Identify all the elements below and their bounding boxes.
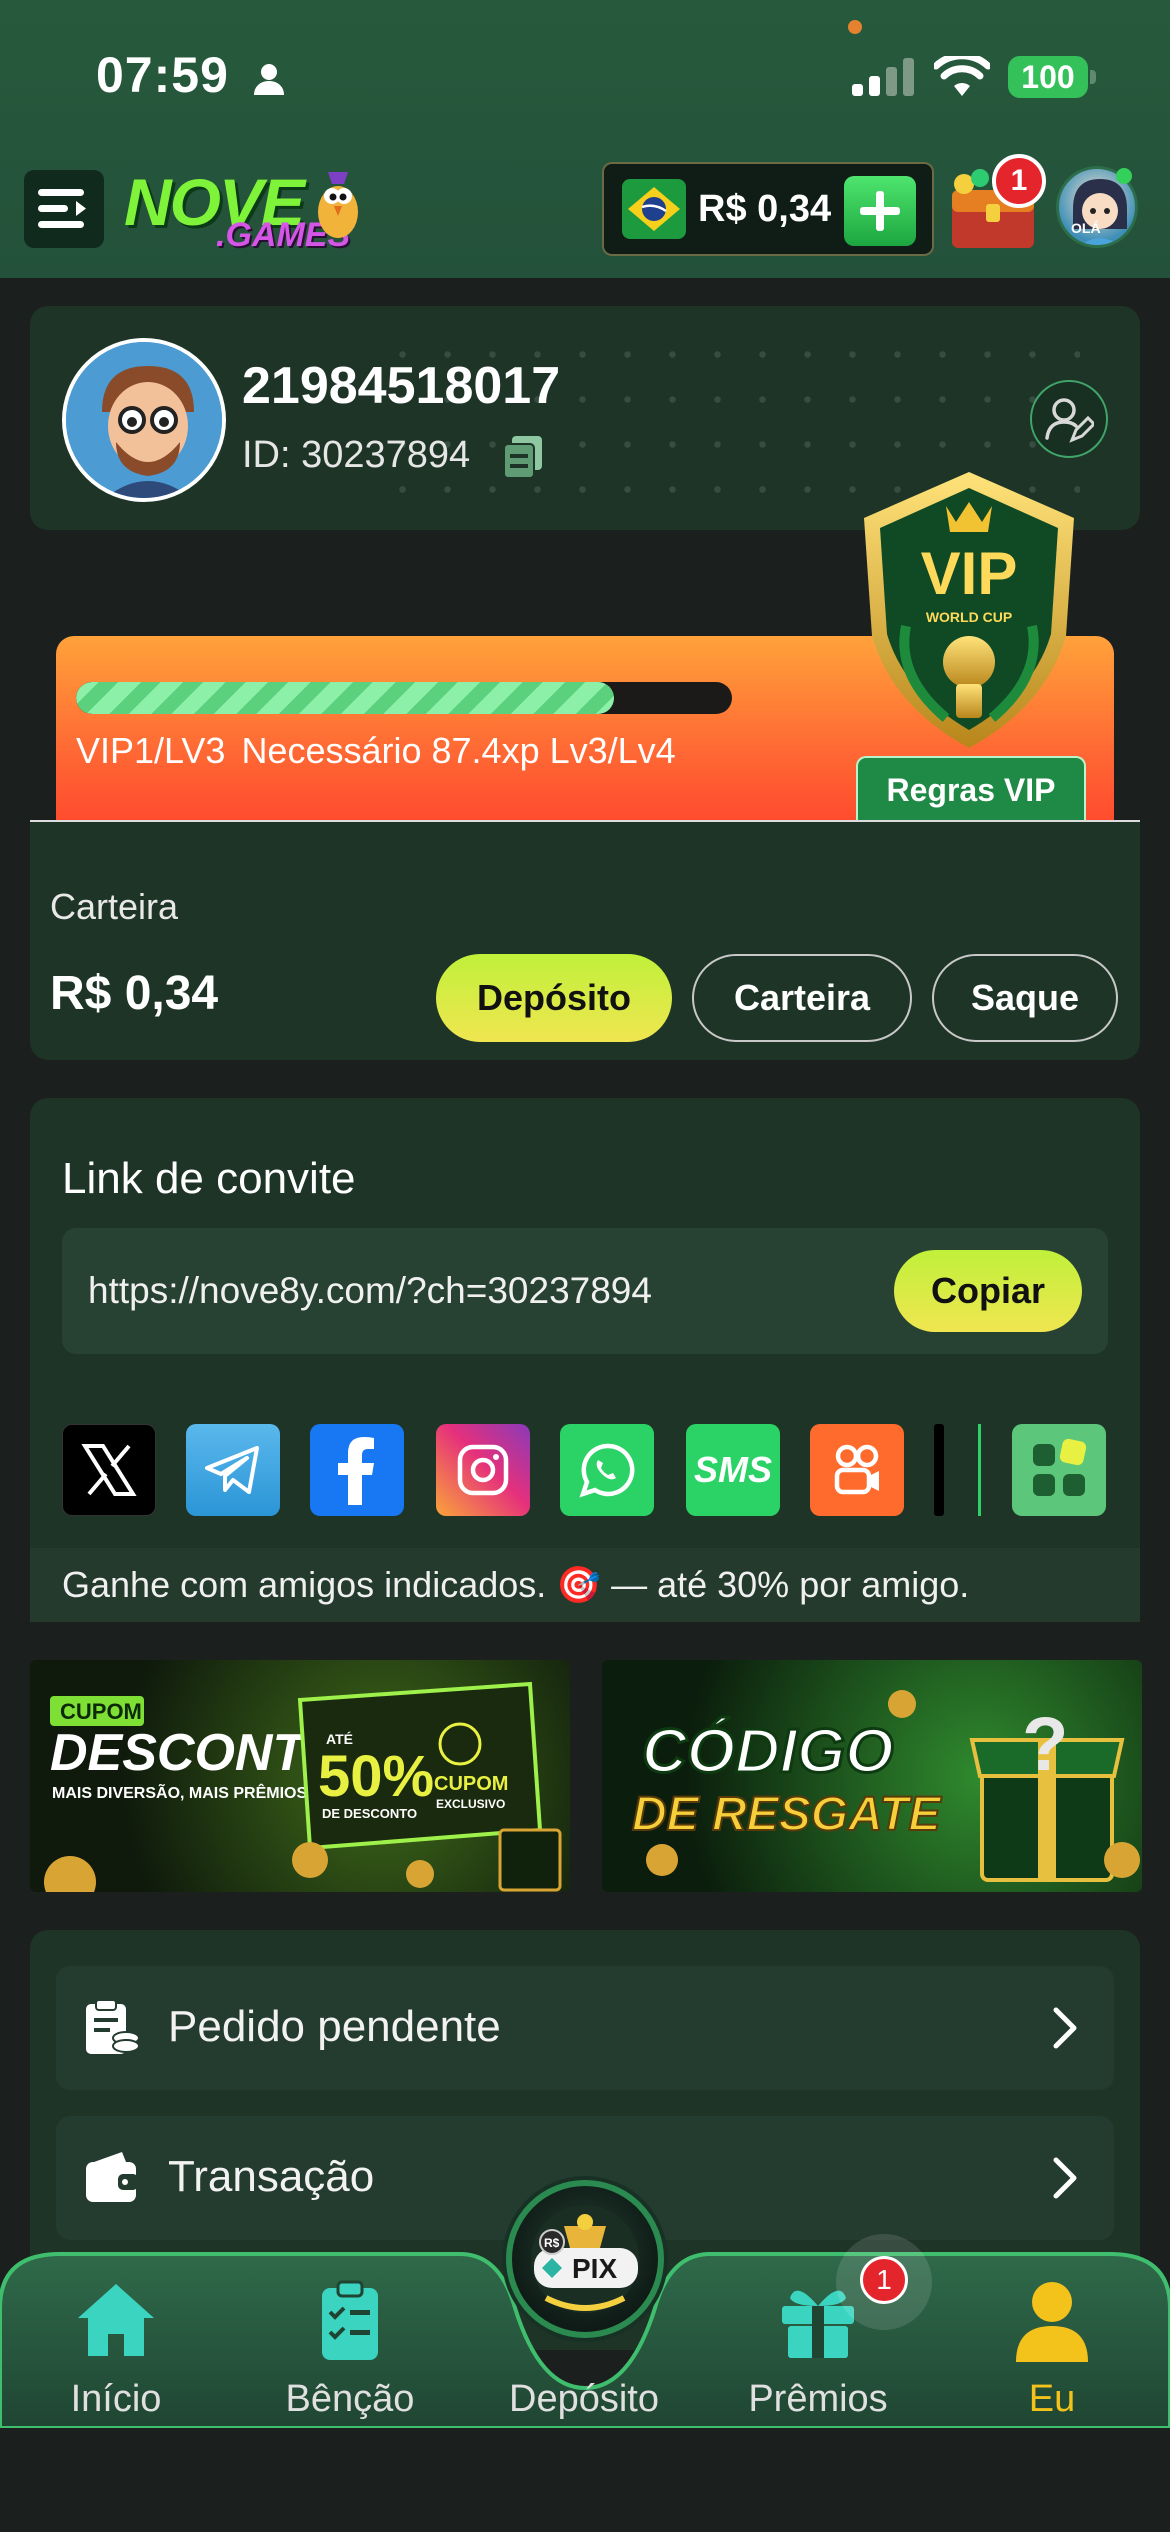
wallet-icon (86, 2152, 138, 2202)
copy-id-icon[interactable] (502, 434, 546, 480)
checklist-icon (322, 2280, 378, 2360)
brazil-flag-icon (622, 179, 686, 239)
share-x-button[interactable] (62, 1424, 156, 1516)
hamburger-icon (38, 189, 86, 228)
share-facebook-button[interactable] (310, 1424, 404, 1516)
wifi-icon (934, 56, 990, 96)
menu-button[interactable] (24, 170, 104, 248)
user-edit-icon (1045, 398, 1094, 443)
mascot-bird-icon (318, 172, 358, 238)
coupon-tag: CUPOM (60, 1699, 142, 1724)
vip-shield-badge-icon: VIP WORLD CUP (864, 472, 1074, 748)
share-sms-button[interactable]: SMS (686, 1424, 780, 1516)
coupon-ticket-sublabel: EXCLUSIVO (436, 1797, 505, 1811)
header-balance: R$ 0,34 (698, 187, 832, 230)
nav-prizes-label: Prêmios (748, 2378, 888, 2420)
invite-title: Link de convite (62, 1154, 356, 1203)
wallet-title: Carteira (50, 886, 179, 927)
transaction-label: Transação (168, 2152, 375, 2201)
nav-home[interactable]: Início (26, 2278, 206, 2428)
share-more-partial[interactable] (934, 1424, 944, 1516)
nav-me-label: Eu (1028, 2378, 1076, 2420)
vip-badge-title: VIP (921, 540, 1018, 607)
redeem-code-banner[interactable]: CÓDIGO DE RESGATE ? (602, 1660, 1142, 1892)
coupon-title: DESCONTO (50, 1724, 344, 1782)
clipboard-coins-icon (86, 1999, 140, 2054)
chevron-right-icon (1053, 2157, 1077, 2199)
coupon-ticket-label: CUPOM (434, 1773, 508, 1795)
battery-tip (1090, 70, 1096, 84)
facebook-icon (338, 1437, 374, 1505)
battery-indicator: 100 (1008, 56, 1088, 98)
chest-notification-badge: 1 (992, 154, 1046, 208)
nav-blessing-label: Bênção (285, 2378, 415, 2420)
signal-icon (852, 58, 914, 96)
wallet-button[interactable]: Carteira (692, 954, 912, 1042)
home-icon (78, 2284, 154, 2356)
online-indicator (1116, 168, 1132, 184)
pix-currency-label: R$ (544, 2236, 560, 2250)
add-funds-button[interactable] (844, 176, 916, 246)
share-instagram-button[interactable] (436, 1424, 530, 1516)
nav-deposit-label: Depósito (509, 2378, 659, 2420)
plus-icon (860, 191, 900, 231)
redeem-banner-art: CÓDIGO DE RESGATE ? (631, 1690, 1140, 1882)
vip-requirement: Necessário 87.4xp Lv3/Lv4 (241, 730, 676, 771)
chevron-right-icon (1053, 2007, 1077, 2049)
share-whatsapp-button[interactable] (560, 1424, 654, 1516)
coupon-banner[interactable]: CUPOM DESCONTO MAIS DIVERSÃO, MAIS PRÊMI… (30, 1660, 570, 1892)
person-icon (254, 64, 284, 95)
privacy-indicator (848, 20, 862, 34)
vip-status: VIP1/LV3 Necessário 87.4xp Lv3/Lv4 (76, 730, 692, 772)
withdraw-button[interactable]: Saque (932, 954, 1118, 1042)
vip-progress-bar (76, 682, 732, 714)
share-telegram-button[interactable] (186, 1424, 280, 1516)
whatsapp-icon (579, 1443, 635, 1498)
vip-rules-button[interactable]: Regras VIP (856, 756, 1086, 822)
prizes-badge: 1 (860, 2256, 908, 2304)
copy-link-button[interactable]: Copiar (894, 1250, 1082, 1332)
app-logo[interactable]: NOVE .GAMES (120, 160, 370, 256)
vip-badge-subtitle: WORLD CUP (926, 609, 1012, 625)
status-time: 07:59 (96, 47, 229, 103)
pending-order-label: Pedido pendente (168, 2002, 501, 2051)
wallet-amount: R$ 0,34 (50, 967, 219, 1020)
home-indicator-area (0, 2428, 1170, 2532)
instagram-icon (457, 1444, 509, 1496)
user-id: ID: 30237894 (242, 434, 471, 476)
vip-level: VIP1/LV3 (76, 730, 226, 771)
username: 21984518017 (242, 357, 561, 415)
redeem-title-line2: DE RESGATE (632, 1788, 942, 1841)
invite-link[interactable]: https://nove8y.com/?ch=30237894 (88, 1270, 652, 1312)
kwai-icon (834, 1444, 879, 1495)
more-apps-button[interactable] (1012, 1424, 1106, 1516)
telegram-icon (205, 1446, 259, 1494)
apps-grid-icon (1033, 1438, 1087, 1496)
coupon-percent-suffix: DE DESCONTO (322, 1806, 417, 1821)
svg-text:OLÁ: OLÁ (1071, 220, 1101, 236)
coupon-subtitle: MAIS DIVERSÃO, MAIS PRÊMIOS! (52, 1782, 312, 1802)
nav-me[interactable]: Eu (962, 2278, 1142, 2428)
user-avatar[interactable] (62, 338, 226, 502)
coupon-percent: 50% (318, 1744, 434, 1809)
balance-pill[interactable]: R$ 0,34 (602, 162, 934, 256)
edit-profile-button[interactable] (1030, 380, 1108, 458)
svg-text:?: ? (1022, 1702, 1068, 1787)
vip-progress-fill (76, 682, 614, 714)
nav-home-label: Início (70, 2378, 162, 2420)
nav-blessing[interactable]: Bênção (260, 2278, 440, 2428)
user-profile-icon (1016, 2282, 1088, 2362)
nav-deposit[interactable]: Depósito (494, 2278, 674, 2428)
deposit-button[interactable]: Depósito (436, 954, 672, 1042)
coupon-banner-art: CUPOM DESCONTO MAIS DIVERSÃO, MAIS PRÊMI… (44, 1681, 562, 1892)
x-logo-icon (81, 1444, 137, 1496)
invite-note: Ganhe com amigos indicados. 🎯 — até 30% … (62, 1564, 970, 1605)
redeem-title-line1: CÓDIGO (642, 1717, 893, 1786)
pending-order-row[interactable]: Pedido pendente (56, 1966, 1114, 2090)
share-kwai-button[interactable] (810, 1424, 904, 1516)
share-divider (978, 1424, 981, 1516)
